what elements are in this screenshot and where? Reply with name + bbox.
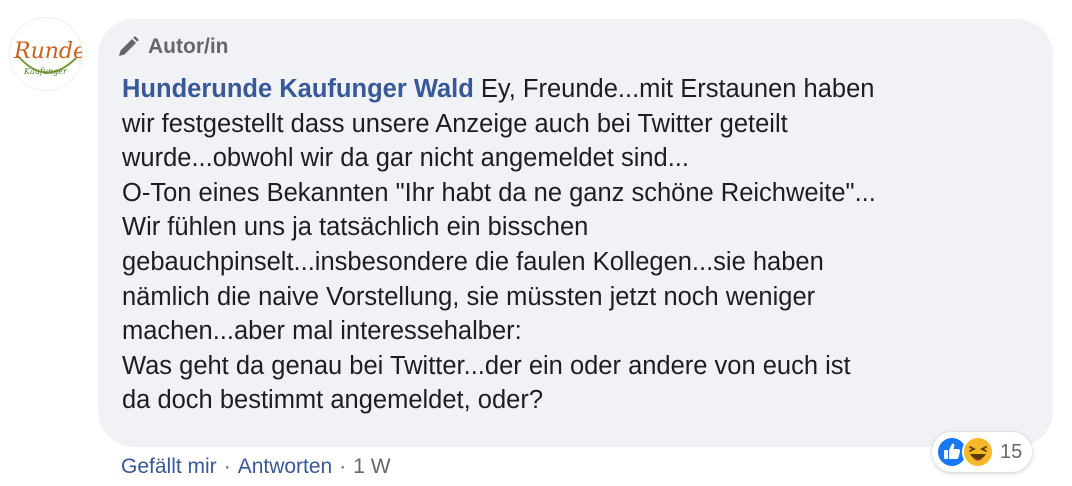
hunderunde-logo-icon: Runde Kaufunger	[13, 39, 82, 76]
logo-subtext: Kaufunger	[23, 67, 68, 76]
pencil-icon	[116, 35, 140, 59]
timestamp[interactable]: 1 W	[353, 455, 390, 479]
comment-line-7: nämlich die naive Vorstellung, sie müsst…	[122, 282, 816, 311]
comment-line-6: gebauchpinselt...insbesondere die faulen…	[122, 247, 824, 276]
reaction-count: 15	[1000, 440, 1023, 463]
comment-author-link[interactable]: Hunderunde Kaufunger Wald	[122, 75, 474, 103]
avatar[interactable]: Runde Kaufunger	[10, 18, 82, 90]
comment-line-10: da doch bestimmt angemeldet, oder?	[122, 386, 543, 415]
comment-line-1: Hunderunde Kaufunger Wald Ey, Freunde...…	[122, 75, 875, 103]
reactions-summary[interactable]: 15	[932, 432, 1033, 472]
comment-line-3: wurde...obwohl wir da gar nicht angemeld…	[122, 144, 689, 173]
logo-text: Runde	[13, 39, 82, 64]
comment-line-5: Wir fühlen uns ja tatsächlich ein bissch…	[122, 213, 589, 242]
comment-actions: Gefällt mir · Antworten · 1 W	[121, 455, 391, 479]
author-badge-label: Autor/in	[148, 35, 229, 58]
comment-line-8: machen...aber mal interessehalber:	[122, 317, 522, 346]
comment-line-2: wir festgestellt dass unsere Anzeige auc…	[122, 109, 788, 138]
author-badge: Autor/in	[116, 32, 228, 62]
action-separator: ·	[223, 455, 231, 478]
action-separator: ·	[339, 455, 347, 478]
haha-icon	[962, 436, 994, 468]
reply-button[interactable]: Antworten	[238, 455, 333, 479]
comment-line-9: Was geht da genau bei Twitter...der ein …	[122, 351, 851, 380]
comment-line-4: O-Ton eines Bekannten "Ihr habt da ne ga…	[122, 178, 876, 207]
like-button[interactable]: Gefällt mir	[121, 455, 217, 479]
comment-text: Hunderunde Kaufunger Wald Ey, Freunde...…	[122, 72, 1032, 418]
